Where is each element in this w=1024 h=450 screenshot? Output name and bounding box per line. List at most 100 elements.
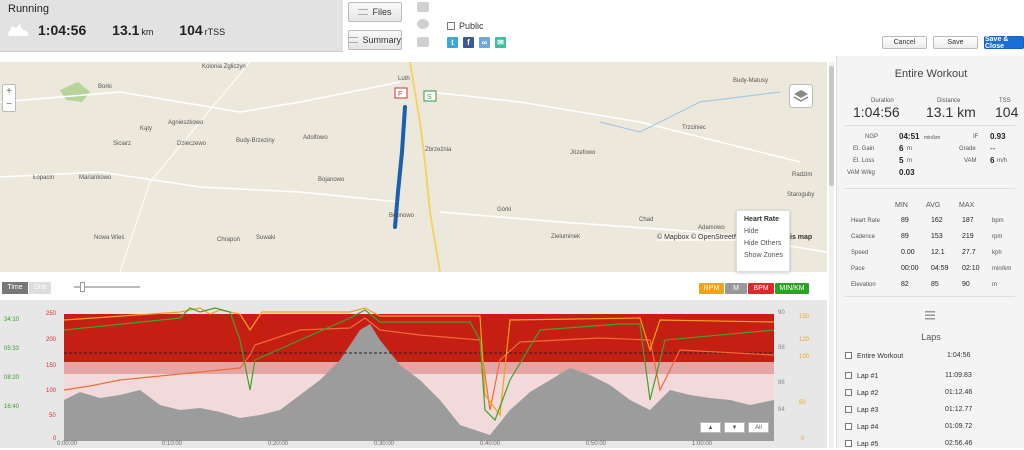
context-menu-title: Heart Rate — [744, 216, 780, 223]
map-label: Staroguby — [787, 192, 815, 198]
pace-series-toggle[interactable]: MIN/KM — [775, 283, 809, 294]
nav-all-button[interactable]: All — [748, 422, 769, 433]
workout-chart[interactable]: 34:10 05:33 08:20 16:40 250 200 150 100 … — [0, 300, 827, 448]
comment-icon[interactable] — [417, 19, 429, 29]
map-label: Chad — [639, 217, 654, 223]
lap-checkbox[interactable] — [845, 372, 852, 379]
context-hide-others[interactable]: Hide Others — [744, 240, 789, 252]
col-min: MIN — [895, 202, 908, 209]
row-avg: 04:59 — [931, 265, 949, 272]
context-show-zones[interactable]: Show Zones — [744, 252, 789, 264]
lap-checkbox[interactable] — [845, 406, 852, 413]
map-label: Mariankowo — [79, 175, 112, 181]
email-icon[interactable]: ✉ — [495, 37, 506, 48]
map-label: Siciarz — [113, 141, 132, 147]
dist-toggle[interactable]: Dist — [29, 282, 51, 294]
hr-zone-3 — [64, 362, 774, 374]
row-unit: min/km — [992, 266, 1012, 272]
twitter-icon[interactable]: t — [447, 37, 458, 48]
table-row: Pace 00:00 04:59 02:10 min/km — [851, 264, 1024, 280]
lap-name: Lap #3 — [857, 407, 879, 414]
rpm-series-toggle[interactable]: RPM — [699, 283, 724, 294]
cadence-tick: 120 — [799, 337, 810, 343]
files-icon — [358, 9, 369, 15]
summary-distance: 13.1 km — [926, 104, 976, 120]
cancel-button[interactable]: Cancel — [882, 36, 927, 49]
map-label: Zbrzeżnia — [425, 147, 452, 153]
summary-button[interactable]: Summary — [348, 30, 402, 50]
cadence-tick: 50 — [799, 400, 806, 406]
bpm-series-toggle[interactable]: BPM — [748, 283, 774, 294]
lap-time: 02:56.46 — [945, 440, 973, 447]
lap-row[interactable]: Lap #5 02:56.46 — [845, 440, 1017, 450]
lap-row[interactable]: Lap #2 01:12.46 — [845, 389, 1017, 399]
lap-row[interactable]: Lap #1 11:09.83 — [845, 372, 1017, 382]
save-button[interactable]: Save — [933, 36, 978, 49]
lap-row[interactable]: Entire Workout 1:04:56 — [845, 352, 1017, 362]
lap-checkbox[interactable] — [845, 423, 852, 430]
facebook-icon[interactable]: f — [463, 37, 474, 48]
improve-map-link[interactable]: is map — [790, 234, 812, 241]
metric-label: VAM — [964, 158, 977, 164]
map-attribution[interactable]: © Mapbox © OpenStreetMap — [657, 234, 748, 241]
zoom-out-icon[interactable]: − — [3, 98, 15, 111]
row-min: 00:00 — [901, 265, 919, 272]
workout-panel: Entire Workout Duration 1:04:56 Distance… — [836, 56, 1024, 448]
elevation-series-toggle[interactable]: M — [725, 283, 747, 294]
divider — [845, 188, 1015, 189]
metric-label: IF — [973, 134, 979, 140]
row-label: Elevation — [851, 282, 876, 288]
series-context-menu: Heart Rate Hide Hide Others Show Zones — [736, 210, 790, 272]
link-icon[interactable]: ∞ — [479, 37, 490, 48]
divider — [845, 296, 1015, 297]
elevation-tick: 90 — [778, 310, 785, 316]
slider-handle[interactable] — [80, 282, 85, 292]
row-min: 89 — [901, 233, 909, 240]
map-label: Budy-Brzeziny — [236, 138, 275, 144]
context-hide[interactable]: Hide — [744, 228, 789, 240]
files-label: Files — [372, 7, 392, 17]
scrollbar-thumb[interactable] — [829, 66, 834, 186]
time-toggle[interactable]: Time — [2, 282, 28, 294]
row-avg: 85 — [931, 281, 939, 288]
elevation-tick: 84 — [778, 407, 785, 413]
save-close-button[interactable]: Save & Close — [984, 36, 1024, 50]
activity-type: Running — [8, 3, 49, 15]
map-zoom-control[interactable]: + − — [2, 84, 16, 112]
map-label: Józefowo — [570, 150, 596, 156]
distance-unit: km — [141, 27, 154, 37]
lap-checkbox[interactable] — [845, 440, 852, 447]
analysis-icon[interactable] — [417, 37, 429, 47]
table-row: Elevation 82 85 90 m — [851, 280, 1024, 296]
nav-down-button[interactable]: ▼ — [724, 422, 745, 433]
nav-up-button[interactable]: ▲ — [700, 422, 721, 433]
time-tick: 0:30:00 — [374, 441, 395, 447]
lap-row[interactable]: Lap #4 01:09.72 — [845, 423, 1017, 433]
map-label: Suwaki — [256, 235, 276, 241]
zoom-in-icon[interactable]: + — [3, 85, 15, 98]
map-label: Kolonia Zgliczyn — [202, 64, 246, 70]
row-max: 27.7 — [962, 249, 976, 256]
metric-value: 0.93 — [990, 132, 1006, 141]
row-max: 02:10 — [962, 265, 980, 272]
metric-value: 04:51 — [899, 132, 920, 141]
lap-row[interactable]: Lap #3 01:12.77 — [845, 406, 1017, 416]
row-max: 219 — [962, 233, 974, 240]
public-checkbox[interactable] — [447, 22, 455, 30]
lap-name: Lap #4 — [857, 424, 879, 431]
map-label: Nowa Wieś — [94, 235, 125, 241]
hr-tick: 200 — [46, 337, 57, 343]
metric-unit: m — [907, 146, 912, 152]
lap-time: 11:09.83 — [945, 372, 972, 379]
lap-time: 01:12.46 — [945, 389, 973, 396]
metric-label: VAM W/kg — [847, 170, 875, 176]
bar-chart-icon[interactable] — [417, 2, 429, 12]
row-unit: m — [992, 282, 997, 288]
layers-icon[interactable] — [789, 84, 813, 108]
lap-checkbox[interactable] — [845, 352, 852, 359]
attribution-text: © Mapbox © OpenStreetMap — [657, 234, 748, 241]
map-label: Adolfowo — [303, 135, 328, 141]
map-label: Zieluminek — [551, 234, 581, 240]
lap-checkbox[interactable] — [845, 389, 852, 396]
files-button[interactable]: Files — [348, 2, 402, 22]
